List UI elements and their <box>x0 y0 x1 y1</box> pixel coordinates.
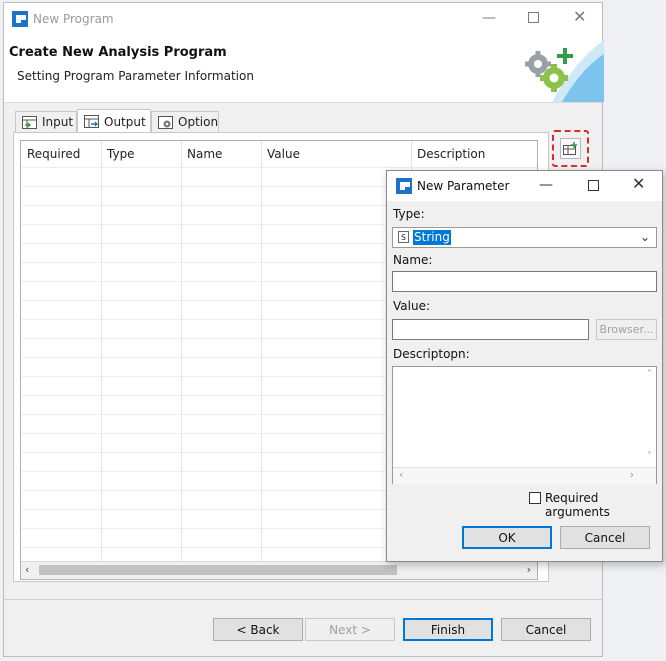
string-type-icon: S <box>398 231 409 243</box>
ok-button[interactable]: OK <box>462 526 552 549</box>
window-title: New Program <box>33 12 114 26</box>
scroll-left-icon[interactable]: ‹ <box>25 563 29 576</box>
maximize-icon[interactable] <box>528 12 539 23</box>
column-divider <box>181 141 182 561</box>
dialog-cancel-button[interactable]: Cancel <box>560 526 650 549</box>
tab-option[interactable]: Option <box>151 111 219 132</box>
close-icon[interactable]: ✕ <box>632 176 645 192</box>
scroll-up-icon[interactable]: ˄ <box>647 369 652 380</box>
description-label: Descriptopn: <box>393 347 470 361</box>
back-button[interactable]: < Back <box>213 618 303 641</box>
name-input[interactable] <box>392 271 657 292</box>
cancel-button[interactable]: Cancel <box>501 618 591 641</box>
wizard-header: Create New Analysis Program Setting Prog… <box>4 36 604 103</box>
scroll-left-icon[interactable]: ‹ <box>399 468 403 481</box>
value-label: Value: <box>393 299 430 313</box>
column-header-value[interactable]: Value <box>261 141 411 167</box>
value-input[interactable] <box>392 319 589 340</box>
option-gear-icon <box>158 115 173 129</box>
scroll-down-icon[interactable]: ˅ <box>647 451 652 462</box>
add-parameter-button[interactable] <box>552 130 589 167</box>
browse-button[interactable]: Browser... <box>596 319 657 340</box>
column-divider <box>101 141 102 561</box>
scroll-right-icon[interactable]: › <box>527 563 531 576</box>
close-icon[interactable]: ✕ <box>573 9 586 25</box>
next-button[interactable]: Next > <box>305 618 395 641</box>
horizontal-scrollbar[interactable]: ‹ › <box>21 561 537 579</box>
horizontal-scrollbar[interactable]: ‹ › <box>393 467 656 484</box>
minimize-icon[interactable]: — <box>539 178 553 192</box>
add-row-icon <box>563 142 577 155</box>
tab-option-label: Option <box>178 115 219 129</box>
tab-output-label: Output <box>104 114 146 129</box>
header-subtitle: Setting Program Parameter Information <box>17 69 254 83</box>
output-table-icon <box>84 115 99 128</box>
dialog-titlebar: New Parameter — ✕ <box>387 171 662 201</box>
settings-gears-icon <box>525 40 604 102</box>
tab-input[interactable]: Input <box>15 111 77 132</box>
column-divider <box>261 141 262 561</box>
type-select-value: String <box>413 230 451 245</box>
table-row-divider <box>21 167 537 168</box>
dialog-title: New Parameter <box>417 179 510 193</box>
tab-input-label: Input <box>42 115 74 129</box>
tab-output[interactable]: Output <box>77 109 151 133</box>
finish-button[interactable]: Finish <box>403 618 493 641</box>
new-parameter-dialog: New Parameter — ✕ Type: S String ⌄ Name:… <box>386 170 663 562</box>
description-textarea[interactable]: ˄ ˅ ‹ › <box>392 366 657 484</box>
name-label: Name: <box>393 253 433 267</box>
column-header-name[interactable]: Name <box>181 141 261 167</box>
column-header-description[interactable]: Description <box>411 141 537 167</box>
required-arguments-label: Required arguments <box>545 491 610 519</box>
minimize-icon[interactable]: — <box>482 11 496 25</box>
input-table-icon <box>22 115 37 129</box>
maximize-icon[interactable] <box>588 180 599 191</box>
header-title: Create New Analysis Program <box>9 45 227 60</box>
scroll-right-icon[interactable]: › <box>630 468 634 481</box>
column-header-required[interactable]: Required <box>21 141 101 167</box>
footer-divider <box>4 599 602 600</box>
type-select[interactable]: S String ⌄ <box>392 227 657 248</box>
app-icon <box>12 11 28 27</box>
main-titlebar: New Program — ✕ <box>4 3 602 36</box>
scrollbar-thumb[interactable] <box>39 565 397 575</box>
chevron-down-icon[interactable]: ⌄ <box>640 230 650 244</box>
app-icon <box>396 178 412 194</box>
type-label: Type: <box>393 207 425 221</box>
column-header-type[interactable]: Type <box>101 141 181 167</box>
required-arguments-checkbox[interactable] <box>529 492 541 504</box>
